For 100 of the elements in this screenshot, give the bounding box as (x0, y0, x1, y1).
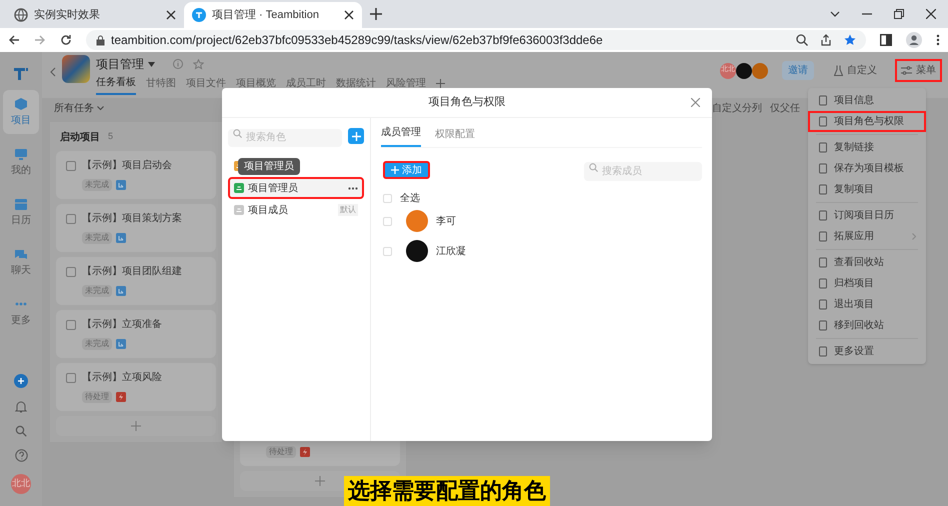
menu-item[interactable]: 退出项目 (808, 294, 926, 315)
sidebar-item[interactable]: 聊天 (3, 240, 39, 284)
zoom-icon[interactable] (796, 34, 808, 46)
status-tag: 未完成 (82, 232, 112, 244)
sidebar-item[interactable]: 更多 (3, 290, 39, 334)
address-field[interactable]: teambition.com/project/62eb37bfc09533eb45289c99/tasks/view/62eb37bf9fe636003f3dde6e (86, 30, 866, 50)
monitor-icon (14, 146, 28, 160)
menu-item[interactable]: 拓展应用 (808, 226, 926, 247)
task-checkbox[interactable] (66, 160, 76, 170)
customize-button[interactable]: 自定义 (834, 63, 877, 78)
menu-item[interactable]: 更多设置 (808, 341, 926, 362)
bell-icon[interactable] (15, 400, 27, 413)
close-icon[interactable] (344, 10, 354, 20)
task-checkbox[interactable] (66, 372, 76, 382)
task-title: 【示例】项目启动会 (82, 158, 172, 173)
star-outline-icon[interactable] (193, 58, 204, 70)
toolbar-button[interactable]: 仅父任 (770, 100, 800, 116)
menu-item[interactable]: 项目角色与权限 (808, 111, 926, 132)
project-tab[interactable]: 项目文件 (186, 76, 226, 94)
add-member-button[interactable]: 添加 (383, 161, 430, 179)
help-icon[interactable] (14, 449, 28, 462)
close-icon[interactable] (926, 9, 936, 19)
menu-button[interactable]: 菜单 (895, 59, 942, 82)
status-tag: 未完成 (82, 338, 112, 350)
task-title: 【示例】项目策划方案 (82, 212, 182, 226)
search-icon (233, 129, 242, 138)
menu-item[interactable]: 复制链接 (808, 137, 926, 158)
caret-icon[interactable] (148, 62, 155, 66)
sidebar-item[interactable]: 日历 (3, 190, 39, 234)
tab-title: 项目管理 · Teambition (212, 8, 320, 23)
back-chevron-icon[interactable] (50, 67, 56, 77)
menu-item[interactable]: 移到回收站 (808, 315, 926, 336)
more-icon[interactable] (936, 34, 940, 46)
more-icon[interactable] (348, 186, 358, 190)
close-icon[interactable] (166, 10, 176, 20)
forward-icon[interactable] (34, 34, 46, 46)
task-card[interactable]: 【示例】项目团队组建 未完成 (56, 257, 216, 305)
task-checkbox[interactable] (66, 320, 76, 330)
star-icon[interactable] (844, 34, 856, 46)
menu-item[interactable]: 复制项目 (808, 179, 926, 200)
add-tab-icon[interactable] (436, 79, 445, 88)
checkbox[interactable] (383, 216, 392, 226)
profile-icon[interactable] (906, 32, 922, 48)
task-checkbox[interactable] (66, 214, 76, 224)
plus-icon (352, 132, 360, 140)
select-all-label: 全选 (400, 192, 420, 206)
dialog-tab[interactable]: 权限配置 (435, 127, 475, 147)
task-filter-dropdown[interactable]: 所有任务 (54, 100, 104, 116)
chevron-down-icon[interactable] (830, 9, 840, 19)
side-panel-icon[interactable] (880, 34, 892, 46)
menu-item-icon (818, 320, 828, 331)
role-search-field[interactable]: 搜索角色 (228, 128, 342, 146)
member-name: 江欣凝 (436, 244, 466, 258)
project-tab[interactable]: 甘特图 (146, 76, 176, 94)
back-icon[interactable] (8, 34, 20, 46)
status-tag: 未完成 (82, 179, 112, 191)
task-card[interactable]: 【示例】立项准备 未完成 (56, 310, 216, 358)
toolbar-button[interactable]: 自定义分列 (712, 100, 762, 116)
plus-icon[interactable] (14, 374, 28, 388)
menu-item[interactable]: 订阅项目日历 (808, 205, 926, 226)
add-task-icon[interactable] (315, 476, 325, 486)
member-search-field[interactable]: 搜索成员 (584, 162, 702, 181)
checkbox[interactable] (383, 194, 392, 202)
browser-tab[interactable]: 项目管理 · Teambition (184, 2, 362, 28)
add-task-icon[interactable] (131, 421, 141, 431)
role-item[interactable]: 项目管理员 (228, 177, 364, 199)
task-checkbox[interactable] (66, 266, 76, 276)
menu-item[interactable]: 归档项目 (808, 273, 926, 294)
task-card[interactable]: 【示例】项目启动会 未完成 (56, 151, 216, 199)
checkbox[interactable] (383, 246, 392, 256)
menu-item[interactable]: 查看回收站 (808, 252, 926, 273)
admin-icon (234, 183, 244, 193)
share-icon[interactable] (820, 34, 832, 46)
sidebar-item[interactable]: 我的 (3, 140, 39, 184)
role-item[interactable]: 项目成员 默认 (228, 199, 364, 221)
project-name[interactable]: 项目管理 (96, 55, 144, 73)
task-card[interactable]: 【示例】项目策划方案 未完成 (56, 204, 216, 252)
menu-item[interactable]: 保存为项目模板 (808, 158, 926, 179)
new-tab-icon[interactable] (370, 8, 382, 20)
member-avatar[interactable] (736, 62, 752, 78)
menu-item-icon (818, 346, 828, 357)
restore-icon[interactable] (894, 9, 904, 19)
menu-item[interactable]: 项目信息 (808, 90, 926, 111)
flask-icon (834, 65, 843, 76)
search-icon[interactable] (15, 425, 27, 437)
lightning-icon (116, 392, 126, 402)
info-icon[interactable] (173, 59, 183, 69)
task-card[interactable]: 【示例】立项风险 待处理 (56, 363, 216, 411)
globe-icon (14, 8, 28, 22)
column-title: 启动项目 (60, 130, 100, 144)
project-tab[interactable]: 任务看板 (96, 75, 136, 95)
browser-tab[interactable]: 实例实时效果 (6, 2, 184, 28)
lock-icon (96, 34, 105, 46)
add-role-button[interactable] (348, 128, 364, 144)
task-title: 【示例】立项风险 (82, 370, 162, 385)
dialog-tab[interactable]: 成员管理 (381, 125, 421, 147)
member-name: 李可 (436, 214, 456, 228)
plus-icon (391, 166, 399, 174)
reload-icon[interactable] (60, 34, 72, 46)
app-logo-icon (192, 8, 206, 22)
